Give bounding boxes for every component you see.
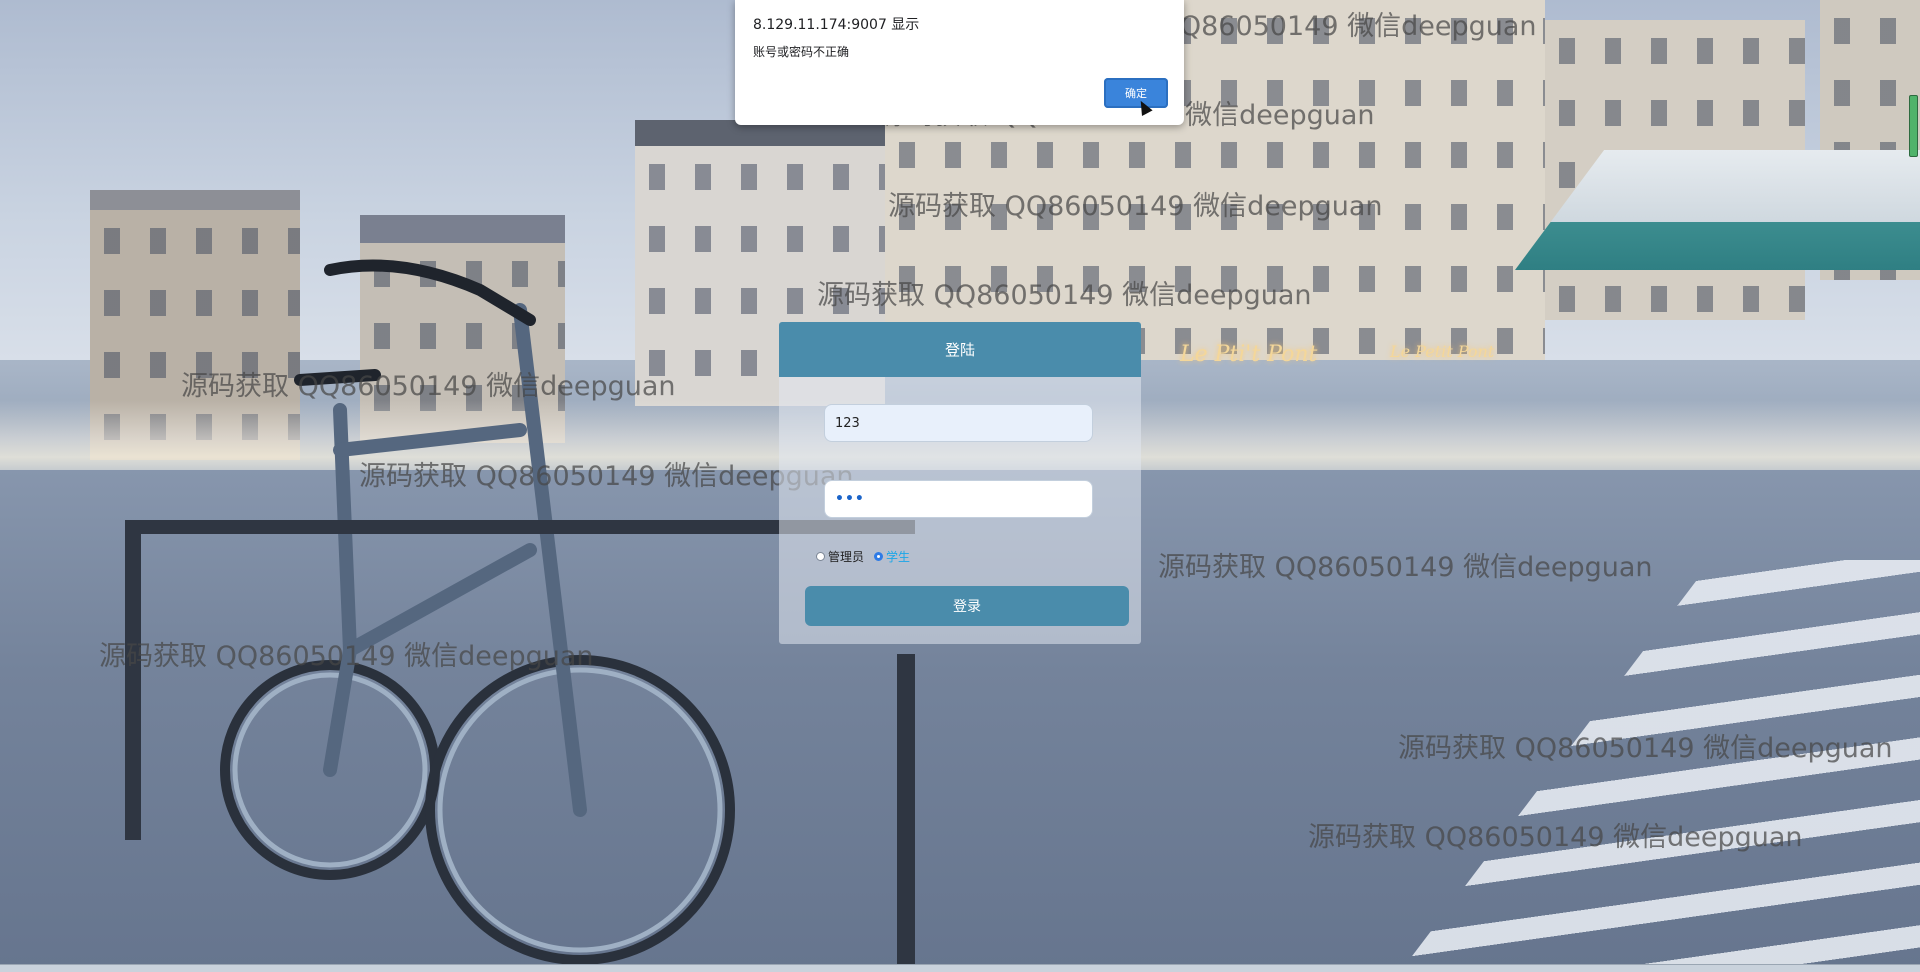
- cafe-sign-small: Le Petit Pont: [1390, 342, 1495, 361]
- cafe-sign: Le Pti't Pont: [1180, 342, 1318, 367]
- admin-radio[interactable]: [816, 552, 825, 561]
- password-mask: •••: [835, 491, 865, 507]
- student-radio[interactable]: [874, 552, 884, 561]
- login-title: 登陆: [779, 322, 1141, 377]
- username-value: 123: [835, 415, 860, 431]
- role-option-student[interactable]: 学生: [874, 548, 910, 565]
- admin-radio-label: 管理员: [828, 550, 865, 564]
- login-panel: 登陆 123 ••• 管理员 学生 登录: [779, 322, 1141, 644]
- alert-origin: 8.129.11.174:9007 显示: [753, 17, 920, 33]
- taskbar: [0, 964, 1920, 972]
- page: Le Pti't Pont Le Petit Pont 源码获取 QQ86050…: [0, 0, 1920, 972]
- alert-dialog: 8.129.11.174:9007 显示 账号或密码不正确 确定: [735, 0, 1184, 125]
- scrollbar-indicator[interactable]: [1909, 95, 1918, 157]
- login-button[interactable]: 登录: [805, 586, 1129, 626]
- password-input[interactable]: •••: [824, 480, 1093, 518]
- username-input[interactable]: 123: [824, 404, 1093, 442]
- role-option-admin[interactable]: 管理员: [816, 548, 864, 565]
- alert-message: 账号或密码不正确: [753, 45, 850, 59]
- role-selector: 管理员 学生: [816, 548, 910, 565]
- student-radio-label: 学生: [886, 550, 911, 564]
